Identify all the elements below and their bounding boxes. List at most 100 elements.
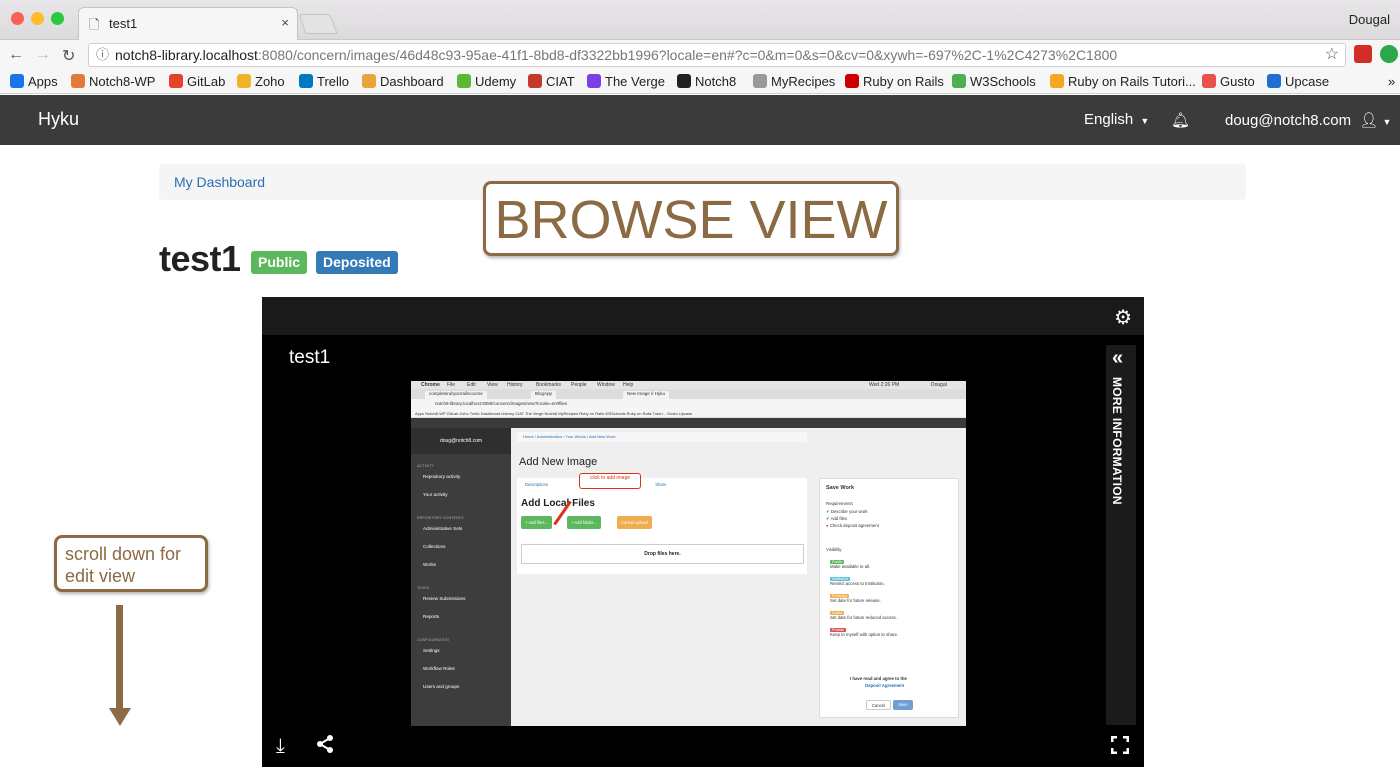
embedded-clock: Wed 2:26 PM (869, 382, 900, 388)
embedded-save-button: Save (893, 700, 913, 710)
embedded-req2: ✔ Add files (826, 516, 848, 521)
embedded-save-work-title: Save Work (826, 485, 855, 491)
embedded-requirements: Requirements (826, 501, 853, 506)
bookmark-item[interactable]: Ruby on Rails Tutori... (1050, 74, 1196, 89)
user-menu-dropdown[interactable]: doug@notch8.com 👤︎ ▼ (1225, 111, 1391, 129)
bookmark-item[interactable]: Zoho (237, 74, 285, 89)
bookmark-item[interactable]: Ruby on Rails (845, 74, 944, 89)
embedded-visibility-option: Public Make available to all. (830, 560, 871, 569)
bookmark-label: Ruby on Rails Tutori... (1068, 74, 1196, 89)
bookmark-label: Upcase (1285, 74, 1330, 89)
page-title: test1 (159, 238, 241, 279)
document-icon: 🗋 (89, 17, 100, 32)
embedded-sidebar-item: Workflow Roles (423, 666, 455, 671)
reload-icon[interactable]: ↻ (62, 46, 75, 66)
embedded-sidebar-item: Collections (423, 544, 446, 549)
more-information-label: MORE INFORMATION (1110, 377, 1124, 505)
viewer-top-bar: ⚙ (262, 297, 1144, 335)
bookmark-favicon-icon (362, 74, 376, 88)
brand-logo[interactable]: Hyku (38, 109, 79, 130)
user-icon: 👤︎ (1359, 112, 1379, 129)
bookmark-item[interactable]: CIAT (528, 74, 575, 89)
close-window-button[interactable] (11, 12, 24, 25)
bookmark-label: Notch8-WP (89, 74, 156, 89)
embedded-tab-share: Share (655, 482, 667, 487)
bookmark-item[interactable]: Apps (10, 74, 58, 89)
embedded-req3: ● Check deposit agreement (826, 523, 879, 528)
caret-down-icon: ▼ (1140, 116, 1150, 126)
bookmark-item[interactable]: The Verge (587, 74, 665, 89)
bookmark-label: Dashboard (380, 74, 444, 89)
embedded-tab: BlogApp (531, 391, 557, 399)
bookmark-item[interactable]: Udemy (457, 74, 516, 89)
bookmark-item[interactable]: Gusto (1202, 74, 1255, 89)
embedded-req1: ✔ Describe your work (826, 509, 868, 514)
bookmark-favicon-icon (845, 74, 859, 88)
embedded-sidebar-heading: CONFIGURATION (417, 638, 449, 642)
embedded-url: notch8-library.localhost:8080/concern/im… (411, 399, 966, 409)
bookmark-favicon-icon (71, 74, 85, 88)
embedded-visibility-option: Institution Restrict access to Institutio… (830, 577, 885, 586)
bookmark-label: The Verge (605, 74, 665, 89)
embedded-tab: New Image // Hyku (623, 391, 670, 399)
url-host: notch8-library.localhost (115, 47, 258, 63)
new-tab-button[interactable] (298, 14, 338, 34)
breadcrumb-my-dashboard[interactable]: My Dashboard (174, 174, 265, 190)
forward-icon[interactable]: → (35, 46, 51, 64)
embedded-cancel-button: Cancel (866, 700, 892, 710)
bookmark-item[interactable]: MyRecipes (753, 74, 835, 89)
more-information-panel-toggle[interactable]: « MORE INFORMATION (1106, 345, 1136, 725)
extension-lastpass-icon[interactable] (1354, 45, 1372, 63)
bookmarks-overflow-icon[interactable]: » (1388, 74, 1395, 89)
bookmark-label: CIAT (546, 74, 575, 89)
embedded-visibility: Visibility (826, 547, 842, 552)
bookmark-item[interactable]: Trello (299, 74, 349, 89)
image-viewer[interactable]: ⚙ test1 Chrome File Edit View History Bookmar… (262, 297, 1144, 767)
language-dropdown[interactable]: English ▼ (1084, 111, 1149, 128)
annotation-arrow-shaft (116, 605, 123, 713)
browser-profile[interactable]: Dougal (1349, 12, 1390, 27)
minimize-window-button[interactable] (31, 12, 44, 25)
url-path: :8080/concern/images/46d48c93-95ae-41f1-… (257, 47, 1118, 63)
embedded-visibility-option: Embargo Set date for future release. (830, 594, 881, 603)
bookmark-item[interactable]: Notch8 (677, 74, 736, 89)
embedded-heading: Add New Image (519, 456, 598, 468)
close-tab-icon[interactable]: × (281, 15, 289, 30)
chevron-double-left-icon[interactable]: « (1112, 347, 1123, 370)
language-label: English (1084, 111, 1134, 128)
bookmark-item[interactable]: W3Schools (952, 74, 1036, 89)
bookmark-favicon-icon (237, 74, 251, 88)
bookmark-item[interactable]: Notch8-WP (71, 74, 155, 89)
browser-tab[interactable]: 🗋 test1 × (78, 7, 298, 40)
zoom-window-button[interactable] (51, 12, 64, 25)
annotation-scroll-hint: scroll down for edit view (54, 535, 208, 592)
browser-tab-bar: 🗋 test1 × Dougal (0, 0, 1400, 40)
extension-green-icon[interactable] (1380, 45, 1398, 63)
app-navbar: Hyku English ▼ 🔔︎ doug@notch8.com 👤︎ ▼ (0, 95, 1400, 145)
notifications-bell-icon[interactable]: 🔔︎ (1171, 111, 1190, 129)
bookmark-item[interactable]: Dashboard (362, 74, 444, 89)
gear-icon[interactable]: ⚙ (1114, 305, 1132, 330)
embedded-menu-item: Chrome (421, 382, 440, 388)
share-icon[interactable] (315, 734, 335, 760)
viewer-image[interactable]: Chrome File Edit View History Bookmarks People… (411, 381, 966, 726)
address-bar[interactable]: ⓘ notch8-library.localhost:8080/concern/… (88, 43, 1346, 67)
annotation-browse-view: BROWSE VIEW (483, 181, 899, 256)
embedded-sidebar-heading: ACTIVITY (417, 464, 435, 468)
back-icon[interactable]: ← (8, 46, 24, 64)
embedded-tab: completerubyonrailscourse (425, 391, 487, 399)
download-icon[interactable]: ⤓ (276, 735, 285, 758)
embedded-main: Home / Administration / Your Works / Add… (511, 428, 966, 726)
embedded-sidebar-item: Settings (423, 648, 440, 653)
bookmark-item[interactable]: Upcase (1267, 74, 1329, 89)
user-email: doug@notch8.com (1225, 112, 1352, 129)
bookmark-item[interactable]: GitLab (169, 74, 225, 89)
viewer-title: test1 (289, 347, 331, 368)
fullscreen-icon[interactable] (1110, 735, 1130, 760)
info-icon[interactable]: ⓘ (96, 44, 109, 66)
embedded-sidebar-user: doug@notch8.com (411, 428, 511, 454)
embedded-sidebar-item: Repository activity (423, 474, 461, 479)
bookmark-star-icon[interactable]: ☆ (1325, 44, 1339, 66)
embedded-bookmarks: Apps Notch8-WP GitLab Zoho Trello Dashbo… (411, 409, 966, 418)
bookmark-label: Gusto (1220, 74, 1255, 89)
